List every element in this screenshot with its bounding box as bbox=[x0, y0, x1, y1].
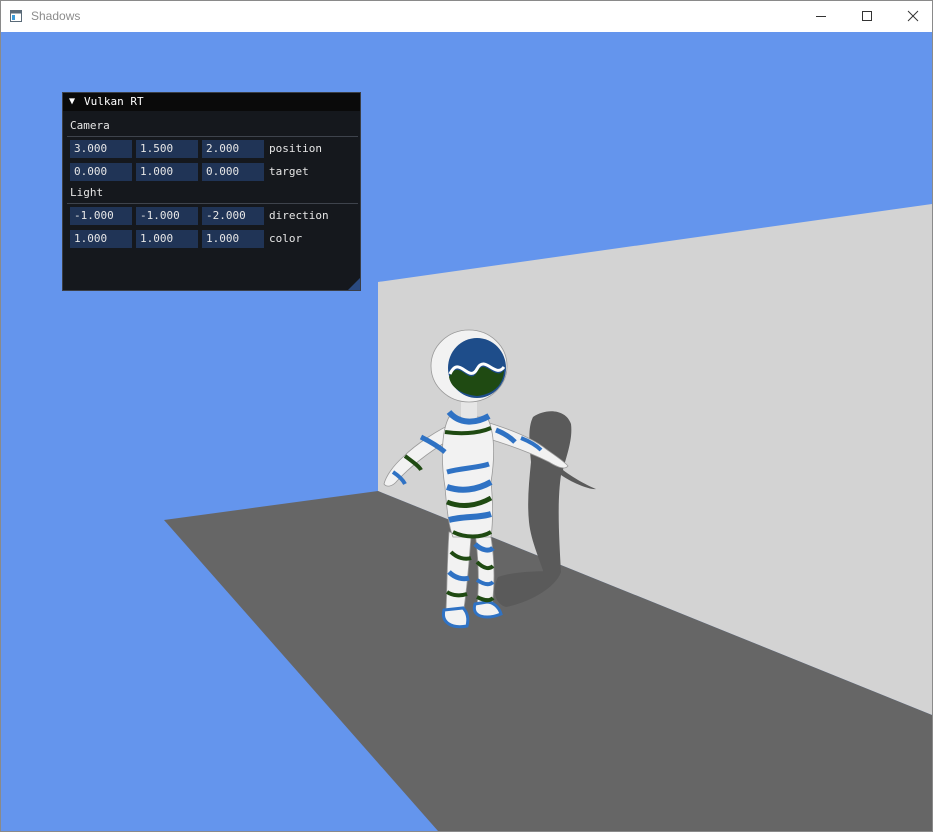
light-color-r-input[interactable]: 1.000 bbox=[70, 230, 132, 248]
app-window: Shadows ▼ Vulkan RT Camera 3.000 1.500 2… bbox=[0, 0, 933, 832]
camera-position-label: position bbox=[269, 142, 322, 155]
light-direction-label: direction bbox=[269, 209, 329, 222]
light-direction-x-input[interactable]: -1.000 bbox=[70, 207, 132, 225]
camera-separator bbox=[67, 136, 358, 137]
light-direction-y-input[interactable]: -1.000 bbox=[136, 207, 198, 225]
camera-position-y-input[interactable]: 1.500 bbox=[136, 140, 198, 158]
camera-section-header: Camera bbox=[70, 119, 110, 132]
maximize-button[interactable] bbox=[844, 1, 890, 31]
camera-position-x-input[interactable]: 3.000 bbox=[70, 140, 132, 158]
camera-target-y-input[interactable]: 1.000 bbox=[136, 163, 198, 181]
light-section-header: Light bbox=[70, 186, 104, 199]
close-button[interactable] bbox=[890, 1, 932, 31]
camera-target-label: target bbox=[269, 165, 309, 178]
settings-panel[interactable]: ▼ Vulkan RT Camera 3.000 1.500 2.000 pos… bbox=[62, 92, 361, 291]
window-title: Shadows bbox=[31, 9, 81, 23]
camera-target-z-input[interactable]: 0.000 bbox=[202, 163, 264, 181]
camera-position-z-input[interactable]: 2.000 bbox=[202, 140, 264, 158]
light-color-b-input[interactable]: 1.000 bbox=[202, 230, 264, 248]
collapse-triangle-icon[interactable]: ▼ bbox=[69, 96, 79, 108]
light-color-label: color bbox=[269, 232, 303, 245]
title-bar[interactable]: Shadows bbox=[1, 1, 932, 31]
resize-grip-icon[interactable] bbox=[348, 278, 360, 290]
light-direction-z-input[interactable]: -2.000 bbox=[202, 207, 264, 225]
app-icon bbox=[10, 9, 22, 22]
render-viewport[interactable]: ▼ Vulkan RT Camera 3.000 1.500 2.000 pos… bbox=[1, 32, 932, 831]
panel-title: Vulkan RT bbox=[84, 95, 144, 108]
light-color-g-input[interactable]: 1.000 bbox=[136, 230, 198, 248]
minimize-button[interactable] bbox=[798, 1, 844, 31]
panel-title-bar[interactable]: ▼ Vulkan RT bbox=[63, 93, 360, 111]
light-separator bbox=[67, 203, 358, 204]
camera-target-x-input[interactable]: 0.000 bbox=[70, 163, 132, 181]
